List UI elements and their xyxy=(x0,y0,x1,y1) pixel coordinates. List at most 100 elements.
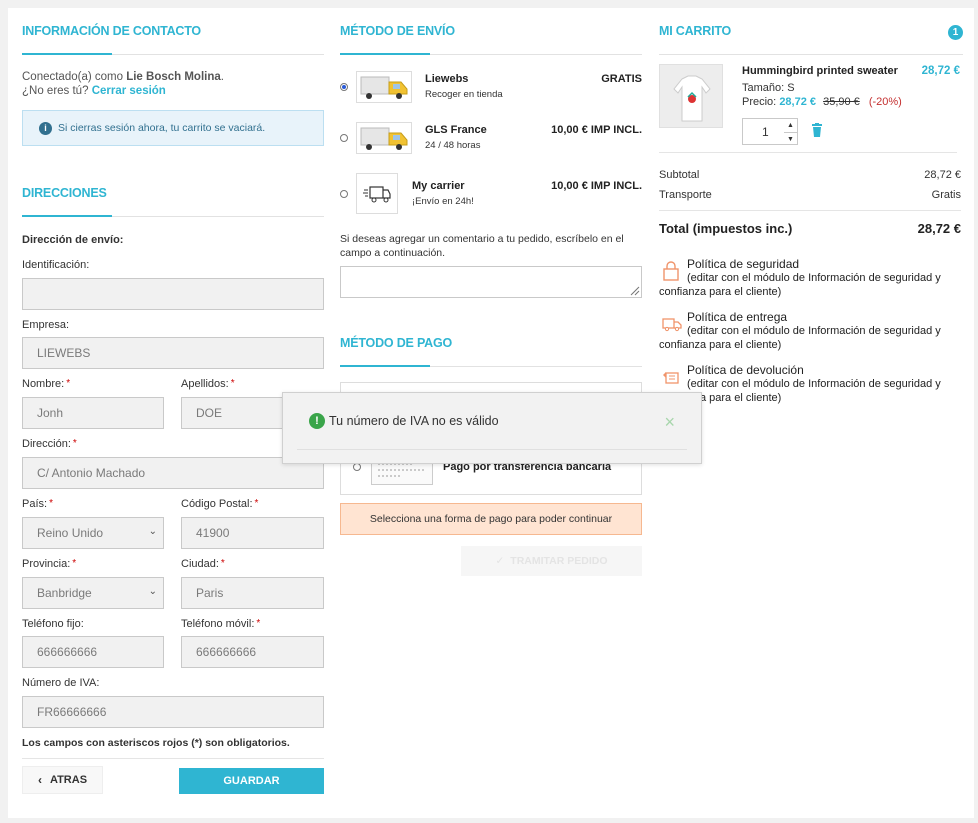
phone-label: Teléfono fijo: xyxy=(22,618,84,630)
required-mark: * xyxy=(49,498,53,509)
save-button[interactable]: GUARDAR xyxy=(179,768,324,794)
connected-info: Conectado(a) como Lie Bosch Molina. ¿No … xyxy=(22,70,224,98)
shipping-label: Transporte xyxy=(659,189,712,201)
info-icon: i xyxy=(39,121,52,135)
back-button[interactable]: ‹ ATRAS xyxy=(22,766,103,794)
vat-label: Número de IVA: xyxy=(22,677,100,689)
carrier-name: Liewebs xyxy=(425,73,469,85)
carrier-option-liewebs[interactable]: Liewebs Recoger en tienda GRATIS xyxy=(340,68,642,108)
phone-input[interactable]: 666666666 xyxy=(22,636,164,668)
vat-input[interactable]: FR66666666 xyxy=(22,696,324,728)
logout-link[interactable]: Cerrar sesión xyxy=(92,85,166,97)
delivery-truck-icon xyxy=(356,71,412,103)
contact-section-title: INFORMACIÓN DE CONTACTO xyxy=(22,8,324,55)
notification-text: Tu número de IVA no es válido xyxy=(329,414,499,428)
quantity-stepper[interactable]: ▲ ▼ xyxy=(784,118,798,145)
firstname-label-text: Nombre: xyxy=(22,378,65,390)
subtotal-value: 28,72 € xyxy=(924,169,961,181)
place-order-button[interactable]: ✓ TRAMITAR PEDIDO xyxy=(461,546,642,576)
increment-icon[interactable]: ▲ xyxy=(784,119,797,132)
connected-prefix: Conectado(a) como xyxy=(22,71,123,83)
resize-handle-icon[interactable] xyxy=(628,284,640,296)
reassurance-title: Política de seguridad xyxy=(687,257,800,271)
carrier-delay: ¡Envío en 24h! xyxy=(412,196,474,207)
decrement-icon[interactable]: ▼ xyxy=(784,132,797,145)
trash-icon[interactable] xyxy=(811,123,823,141)
state-select[interactable]: Banbridge ⌄ xyxy=(22,577,164,609)
comment-prompt: Si deseas agregar un comentario a tu ped… xyxy=(340,233,624,259)
city-label-text: Ciudad: xyxy=(181,558,219,570)
required-mark: * xyxy=(230,378,235,389)
product-thumbnail[interactable] xyxy=(659,64,723,128)
state-select-value: Banbridge xyxy=(37,586,92,600)
subtotal-label: Subtotal xyxy=(659,169,700,181)
reassurance-title: Política de devolución xyxy=(687,363,804,377)
carrier-radio[interactable] xyxy=(340,190,348,198)
close-icon[interactable]: × xyxy=(664,413,675,431)
carrier-price: GRATIS xyxy=(601,73,642,85)
total-row: Total (impuestos inc.) 28,72 € xyxy=(659,221,961,236)
cart-section-title: MI CARRITO xyxy=(659,8,963,55)
cart-count-badge: 1 xyxy=(948,25,963,40)
lastname-label-text: Apellidos: xyxy=(181,378,229,390)
product-name[interactable]: Hummingbird printed sweater xyxy=(742,65,898,77)
size-label: Tamaño: xyxy=(742,82,785,94)
not-you-text: ¿No eres tú? xyxy=(22,85,89,97)
reassurance-desc: (editar con el módulo de Información de … xyxy=(659,272,941,298)
divider xyxy=(659,210,961,211)
postcode-label-text: Código Postal: xyxy=(181,498,253,510)
product-price-row: Precio: 28,72 € 35,90 € (-20%) xyxy=(742,96,902,108)
firstname-input[interactable]: Jonh xyxy=(22,397,164,429)
city-input[interactable]: Paris xyxy=(181,577,324,609)
cart-column: MI CARRITO 1 Hummingbird printed sweater… xyxy=(659,8,963,404)
country-select[interactable]: Reino Unido ⌄ xyxy=(22,517,164,549)
mobile-label: Teléfono móvil: * xyxy=(181,618,260,630)
user-name: Lie Bosch Molina xyxy=(126,71,221,83)
carrier-radio[interactable] xyxy=(340,83,348,91)
carrier-option-gls[interactable]: GLS France 24 / 48 horas 10,00 € IMP INC… xyxy=(340,120,642,160)
total-value: 28,72 € xyxy=(917,221,961,236)
alias-label: Identificación: xyxy=(22,259,90,271)
mobile-input[interactable]: 666666666 xyxy=(181,636,324,668)
back-button-label: ATRAS xyxy=(49,774,88,786)
required-mark: * xyxy=(72,558,77,569)
required-mark: * xyxy=(254,498,259,509)
lastname-label: Apellidos: * xyxy=(181,378,235,390)
required-mark: * xyxy=(72,438,77,449)
postcode-input[interactable]: 41900 xyxy=(181,517,324,549)
reassurance-item-return: Política de devolución (editar con el mó… xyxy=(659,363,963,405)
carrier-delay: 24 / 48 horas xyxy=(425,140,481,151)
country-label-text: País: xyxy=(22,498,48,510)
logout-info-alert: i Si cierras sesión ahora, tu carrito se… xyxy=(22,110,324,146)
carrier-name: My carrier xyxy=(412,180,465,192)
divider xyxy=(22,758,324,759)
truck-icon xyxy=(662,318,682,332)
shipping-value: Gratis xyxy=(931,189,961,201)
state-label: Provincia: * xyxy=(22,558,76,570)
carrier-radio[interactable] xyxy=(340,134,348,142)
shipping-address-heading: Dirección de envío: xyxy=(22,234,124,246)
company-input[interactable]: LIEWEBS xyxy=(22,337,324,369)
shipping-payment-column: MÉTODO DE ENVÍO Liewebs Recoger en tiend… xyxy=(340,8,642,576)
price-label: Precio: xyxy=(742,96,777,108)
address-input[interactable]: C/ Antonio Machado xyxy=(22,457,324,489)
carrier-option-mycarrier[interactable]: My carrier ¡Envío en 24h! 10,00 € IMP IN… xyxy=(340,172,642,214)
addresses-section-title: DIRECCIONES xyxy=(22,170,324,217)
lock-icon xyxy=(663,261,679,281)
reassurance-title: Política de entrega xyxy=(687,310,788,324)
payment-radio[interactable] xyxy=(353,463,361,471)
order-comment-textarea[interactable] xyxy=(340,266,642,298)
shipping-section-title: MÉTODO DE ENVÍO xyxy=(340,8,642,55)
unit-price: 28,72 € xyxy=(779,96,817,108)
notification-body: ! Tu número de IVA no es válido xyxy=(297,393,687,450)
reassurance-desc: (editar con el módulo de Información de … xyxy=(659,325,941,351)
payment-warning: Selecciona una forma de pago para poder … xyxy=(340,503,642,535)
product-size: Tamaño: S xyxy=(742,82,795,94)
state-label-text: Provincia: xyxy=(22,558,71,570)
company-label: Empresa: xyxy=(22,319,70,331)
postcode-label: Código Postal: * xyxy=(181,498,258,510)
reassurance-item-security: Política de seguridad (editar con el mód… xyxy=(659,257,963,299)
alias-input[interactable] xyxy=(22,278,324,310)
alert-icon: ! xyxy=(309,413,325,429)
period: . xyxy=(220,71,224,83)
